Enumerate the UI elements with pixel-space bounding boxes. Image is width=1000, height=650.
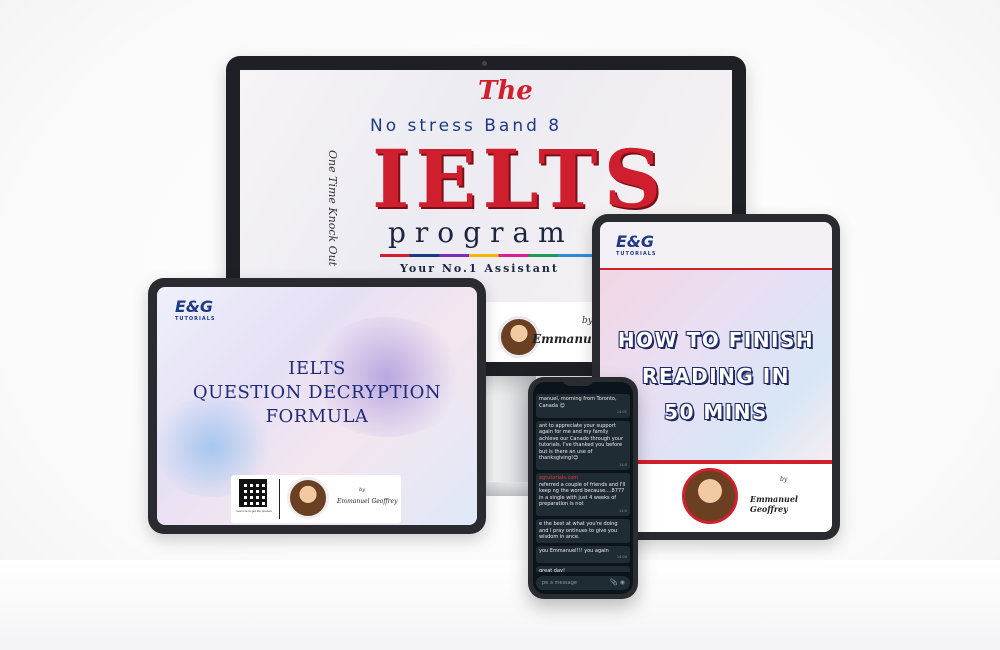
- cover-tagline: Your No.1 Assistant: [400, 262, 559, 275]
- cover-vertical-text: One Time Knock Out: [326, 150, 339, 267]
- by-label: by: [780, 476, 788, 483]
- chat-message: great day!14:04: [536, 565, 630, 573]
- qr-code: [239, 479, 267, 507]
- title-line: HOW TO FINISH: [617, 328, 815, 352]
- logo-mark: E&G: [616, 232, 655, 251]
- chat-message-text: e the best at what you're doing and I pr…: [539, 521, 618, 540]
- message-input-placeholder: pe a message: [542, 580, 577, 586]
- message-input[interactable]: pe a message 📎 ◉: [536, 576, 630, 590]
- title-line: IELTS: [288, 358, 346, 379]
- chat-timestamp: 14:0: [619, 462, 627, 467]
- tablet-left-screen: E&G TUTORIALS IELTS QUESTION DECRYPTION …: [157, 287, 477, 525]
- chat-timestamp: 14:0: [619, 508, 627, 513]
- chat-message-text: referred a couple of friends and I'll ke…: [539, 481, 626, 508]
- chat-message: manuel, morning from Toronto, Canada 😊 14…: [536, 394, 630, 418]
- title-line: QUESTION DECRYPTION: [192, 382, 442, 403]
- smartphone: manuel, morning from Toronto, Canada 😊 14…: [528, 377, 638, 599]
- chat-message: egtutorials.com referred a couple of frie…: [536, 473, 630, 516]
- author-photo: [287, 477, 329, 519]
- cover-program-text: program: [388, 216, 574, 249]
- chat-message: ant to appreciate your support again for…: [536, 420, 630, 470]
- author-name: Emmanuel Geoffrey: [337, 498, 398, 505]
- chat-link[interactable]: egtutorials.com: [539, 475, 578, 481]
- attach-camera-icons[interactable]: 📎 ◉: [610, 579, 625, 586]
- logo-subtitle: TUTORIALS: [175, 316, 216, 322]
- chat-message: you Emmanuel!!! you again 14:04: [536, 545, 630, 563]
- chat-timestamp: 14:01: [616, 410, 627, 414]
- ebook-title: IELTS QUESTION DECRYPTION FORMULA: [157, 357, 477, 429]
- chat-message-text: great day!: [539, 567, 566, 573]
- author-name: Emmanuel Geoffrey: [750, 494, 798, 514]
- floor-reflection: [0, 560, 1000, 650]
- phone-notch: [562, 377, 594, 386]
- qr-caption: scan me to get the product: [236, 509, 272, 513]
- author-photo: [682, 468, 738, 524]
- chat-timestamp: 14:04: [616, 555, 627, 559]
- by-label: by: [359, 487, 366, 493]
- tablet-left: E&G TUTORIALS IELTS QUESTION DECRYPTION …: [148, 278, 486, 534]
- color-stripe: [380, 254, 592, 257]
- product-mockup-scene: The No stress Band 8 One Time Knock Out …: [0, 0, 1000, 650]
- chat-message-text: ant to appreciate your support again for…: [539, 422, 624, 462]
- cover-title: IELTS: [372, 132, 668, 226]
- title-line: FORMULA: [265, 406, 369, 427]
- chat-thread[interactable]: manuel, morning from Toronto, Canada 😊 14…: [533, 390, 633, 572]
- phone-screen: manuel, morning from Toronto, Canada 😊 14…: [533, 382, 633, 594]
- camera-dot: [482, 61, 487, 66]
- chat-message-text: you Emmanuel!!! you again: [539, 547, 609, 554]
- logo-subtitle: TUTORIALS: [616, 251, 657, 257]
- chat-message: e the best at what you're doing and I pr…: [536, 519, 630, 543]
- eg-logo: E&G TUTORIALS: [616, 232, 657, 257]
- author-card: scan me to get the product by Emmanuel G…: [231, 475, 401, 523]
- chat-message-text: manuel, morning from Toronto, Canada 😊: [539, 396, 617, 409]
- divider: [279, 479, 280, 519]
- logo-mark: E&G: [175, 297, 214, 316]
- cover-the-text: The: [478, 76, 533, 106]
- eg-logo: E&G TUTORIALS: [175, 297, 216, 322]
